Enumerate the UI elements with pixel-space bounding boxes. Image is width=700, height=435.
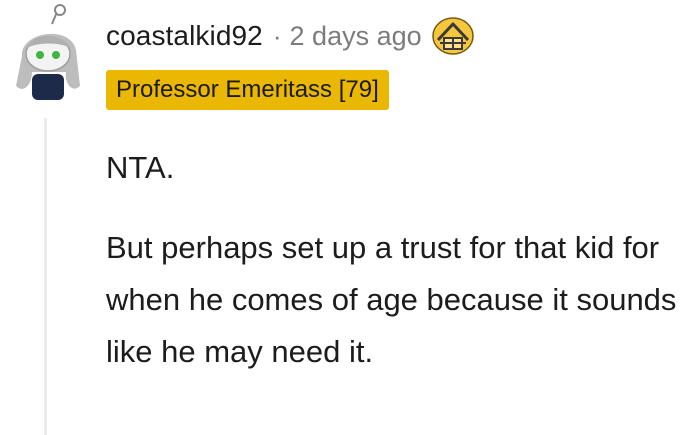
meta-separator: · <box>272 20 282 51</box>
gold-house-award-icon[interactable] <box>431 16 475 56</box>
comment-author[interactable]: coastalkid92 <box>106 20 263 52</box>
comment-body: NTA. But perhaps set up a trust for that… <box>106 142 696 378</box>
user-flair: Professor Emeritass [79] <box>106 70 389 110</box>
comment-paragraph: NTA. <box>106 150 175 185</box>
user-avatar[interactable] <box>10 2 86 102</box>
comment-paragraph: But perhaps set up a trust for that kid … <box>106 230 677 369</box>
comment-meta: coastalkid92 · 2 days ago <box>106 14 475 58</box>
comment-timestamp[interactable]: 2 days ago <box>290 21 422 52</box>
thread-collapse-line[interactable] <box>44 118 47 435</box>
